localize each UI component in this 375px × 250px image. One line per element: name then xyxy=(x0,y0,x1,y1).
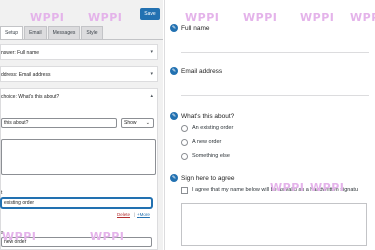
save-button[interactable]: Save xyxy=(140,8,160,20)
radio-new-order[interactable] xyxy=(181,139,188,146)
watermark: WPPI xyxy=(270,181,305,194)
expand-caret-icon[interactable]: ▾ xyxy=(150,71,153,77)
tabs-divider xyxy=(0,39,163,40)
more-link[interactable]: +More xyxy=(137,212,150,217)
watermark: WPPI xyxy=(2,230,37,243)
field-row-full-name[interactable]: nswer: Full name ▾ xyxy=(0,44,158,60)
watermark: WPPI xyxy=(90,230,125,243)
sign-label: Sign here to agree xyxy=(181,175,235,182)
field-title: choice: What's this about? xyxy=(1,94,60,100)
visibility-value: Show xyxy=(124,120,137,126)
field-row-choice: choice: What's this about? ▴ this about?… xyxy=(0,88,158,250)
delete-option-link[interactable]: Delete xyxy=(117,212,130,217)
option-something-else: Something else xyxy=(192,153,230,159)
choice-label: What's this about? xyxy=(181,113,235,120)
form-preview: ✎ Full name ✎ Email address ✎ What's thi… xyxy=(165,0,375,250)
expand-caret-icon[interactable]: ▾ xyxy=(150,49,153,55)
watermark: WPPI xyxy=(243,11,278,24)
link-separator: | xyxy=(134,212,136,217)
option-existing-order: An existing order xyxy=(192,125,234,131)
visibility-select[interactable]: Show ⌄ xyxy=(121,118,154,128)
radio-something-else[interactable] xyxy=(181,153,188,160)
watermark: WPPI xyxy=(310,181,345,194)
signature-pad[interactable] xyxy=(181,203,367,246)
watermark: WPPI xyxy=(185,11,220,24)
email-field[interactable] xyxy=(181,95,369,96)
tab-style[interactable]: Style xyxy=(81,26,103,39)
field-title: nswer: Full name xyxy=(1,50,40,56)
edit-pencil-icon[interactable]: ✎ xyxy=(170,112,178,120)
watermark: WPPI xyxy=(88,11,123,24)
option-new-order: A new order xyxy=(192,139,222,145)
builder-panel: Save Setup Email Messages Style nswer: F… xyxy=(0,0,163,250)
question-input[interactable]: this about? xyxy=(1,118,117,128)
watermark: WPPI xyxy=(350,11,375,24)
builder-tabs: Setup Email Messages Style xyxy=(0,26,104,40)
edit-pencil-icon[interactable]: ✎ xyxy=(170,24,178,32)
full-name-field[interactable] xyxy=(181,52,369,53)
chevron-down-icon: ⌄ xyxy=(145,120,150,126)
watermark: WPPI xyxy=(30,11,65,24)
tab-email[interactable]: Email xyxy=(24,26,47,39)
watermark: WPPI xyxy=(300,11,335,24)
description-textarea[interactable] xyxy=(1,139,156,175)
edit-pencil-icon[interactable]: ✎ xyxy=(170,67,178,75)
tab-messages[interactable]: Messages xyxy=(47,26,81,39)
tab-setup[interactable]: Setup xyxy=(0,26,24,39)
full-name-label: Full name xyxy=(181,25,210,32)
collapse-caret-icon[interactable]: ▴ xyxy=(150,93,153,99)
radio-existing-order[interactable] xyxy=(181,125,188,132)
option-input[interactable]: existing order xyxy=(1,198,152,208)
options-label: t xyxy=(1,190,3,196)
email-label: Email address xyxy=(181,68,223,75)
more-link-text: More xyxy=(139,212,150,217)
field-title: ddress: Email address xyxy=(1,72,51,78)
agree-checkbox[interactable] xyxy=(181,187,188,194)
field-row-email[interactable]: ddress: Email address ▾ xyxy=(0,66,158,82)
edit-pencil-icon[interactable]: ✎ xyxy=(170,174,178,182)
